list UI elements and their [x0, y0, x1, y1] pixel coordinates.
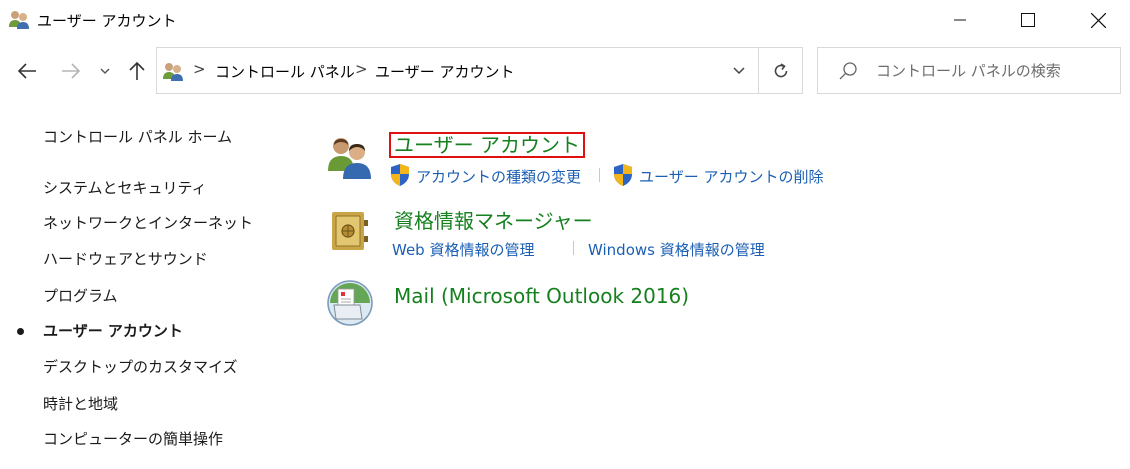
link-manage-web-credentials[interactable]: Web 資格情報の管理	[392, 239, 534, 260]
mail-icon	[327, 280, 373, 326]
title-bar: ユーザー アカウント	[0, 0, 1130, 40]
back-button[interactable]	[12, 55, 42, 87]
breadcrumb-user-accounts[interactable]: ユーザー アカウント	[375, 61, 514, 82]
sidebar-item-clock-region[interactable]: 時計と地域	[43, 393, 118, 414]
user-accounts-icon	[9, 11, 29, 29]
user-accounts-icon	[328, 138, 371, 179]
category-title-credential-manager[interactable]: 資格情報マネージャー	[394, 205, 593, 234]
window-title: ユーザー アカウント	[37, 12, 177, 30]
category-title-mail[interactable]: Mail (Microsoft Outlook 2016)	[394, 284, 689, 308]
search-input[interactable]	[876, 61, 1106, 81]
link-manage-windows-credentials[interactable]: Windows 資格情報の管理	[588, 239, 765, 260]
active-indicator	[17, 328, 24, 335]
close-icon	[1090, 12, 1106, 28]
minimize-icon	[954, 19, 966, 21]
refresh-button[interactable]	[759, 48, 802, 93]
close-button[interactable]	[1075, 0, 1121, 40]
sidebar-item-system-security[interactable]: システムとセキュリティ	[43, 177, 207, 198]
breadcrumb-separator[interactable]: >	[193, 60, 206, 78]
link-change-account-type[interactable]: アカウントの種類の変更	[416, 166, 581, 187]
forward-button[interactable]	[56, 55, 86, 87]
sidebar-item-programs[interactable]: プログラム	[43, 285, 118, 306]
sidebar-item-ease-of-access[interactable]: コンピューターの簡単操作	[43, 428, 223, 449]
sidebar-item-hardware-sound[interactable]: ハードウェアとサウンド	[43, 248, 208, 269]
arrow-up-icon	[129, 61, 145, 80]
sidebar-item-appearance[interactable]: デスクトップのカスタマイズ	[43, 356, 238, 377]
arrow-right-icon	[62, 63, 81, 79]
arrow-left-icon	[17, 63, 36, 79]
maximize-button[interactable]	[1005, 0, 1051, 40]
breadcrumb-separator[interactable]: >	[355, 60, 368, 78]
search-box[interactable]	[817, 47, 1121, 94]
category-title-user-accounts[interactable]: ユーザー アカウント	[389, 132, 585, 158]
chevron-down-icon	[100, 68, 110, 74]
maximize-icon	[1021, 13, 1035, 27]
refresh-icon	[774, 62, 787, 77]
breadcrumb-control-panel[interactable]: コントロール パネル	[215, 61, 355, 82]
sidebar-item-user-accounts[interactable]: ユーザー アカウント	[43, 320, 183, 341]
link-separator	[573, 241, 574, 255]
up-button[interactable]	[122, 55, 152, 87]
link-remove-user-accounts[interactable]: ユーザー アカウントの削除	[639, 166, 823, 187]
address-dropdown-button[interactable]	[720, 48, 758, 93]
uac-shield-icon	[614, 164, 632, 186]
uac-shield-icon	[391, 164, 409, 186]
minimize-button[interactable]	[937, 0, 983, 40]
link-separator	[599, 168, 600, 182]
search-icon	[839, 62, 857, 80]
credential-vault-icon	[332, 212, 368, 250]
address-bar[interactable]: > コントロール パネル > ユーザー アカウント	[156, 47, 803, 94]
chevron-down-icon	[733, 67, 745, 74]
user-accounts-icon	[163, 63, 183, 81]
sidebar-item-network-internet[interactable]: ネットワークとインターネット	[43, 212, 253, 233]
sidebar-item-control-panel-home[interactable]: コントロール パネル ホーム	[43, 126, 232, 147]
recent-locations-button[interactable]	[94, 55, 116, 87]
